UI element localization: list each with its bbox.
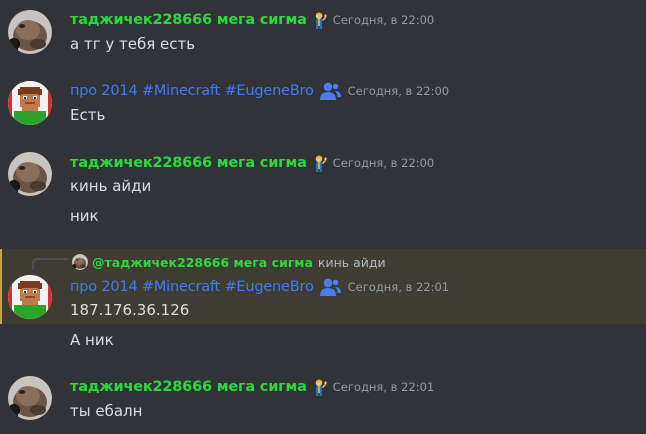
message-text: ты ебалн xyxy=(70,402,143,420)
message-text: а тг у тебя есть xyxy=(70,35,196,53)
vault-boy-icon xyxy=(311,11,327,29)
avatar[interactable] xyxy=(8,10,52,54)
username[interactable]: про 2014 #Minecraft #EugeneBro xyxy=(70,83,314,99)
message-text: кинь айди xyxy=(70,177,152,195)
message-group: таджичек228666 мега сигма Сегодня, в 22:… xyxy=(0,0,646,70)
timestamp: Сегодня, в 22:01 xyxy=(332,380,435,394)
message-header: про 2014 #Minecraft #EugeneBro Сегодня, … xyxy=(70,277,449,297)
vault-boy-icon xyxy=(311,378,327,396)
reply-preview[interactable]: @таджичек228666 мега сигма кинь айди xyxy=(72,253,386,271)
message-text: Есть xyxy=(70,106,106,124)
avatar[interactable] xyxy=(8,152,52,196)
message-header: таджичек228666 мега сигма Сегодня, в 22:… xyxy=(70,377,434,397)
avatar[interactable] xyxy=(8,376,52,420)
reply-connector xyxy=(32,258,68,270)
message-header: таджичек228666 мега сигма Сегодня, в 22:… xyxy=(70,10,434,30)
message-text: А ник xyxy=(70,331,114,349)
chat-log: таджичек228666 мега сигма Сегодня, в 22:… xyxy=(0,0,646,434)
message-group: таджичек228666 мега сигма Сегодня, в 22:… xyxy=(0,150,646,246)
timestamp: Сегодня, в 22:00 xyxy=(332,156,435,170)
reply-text: кинь айди xyxy=(317,254,386,270)
message-text: ник xyxy=(70,207,99,225)
message-text: 187.176.36.126 xyxy=(70,301,190,319)
message-group: про 2014 #Minecraft #EugeneBro Сегодня, … xyxy=(0,70,646,150)
avatar[interactable] xyxy=(8,275,52,319)
username[interactable]: таджичек228666 мега сигма xyxy=(70,379,307,395)
reply-author[interactable]: @таджичек228666 мега сигма xyxy=(92,255,313,270)
vault-boy-icon xyxy=(311,154,327,172)
timestamp: Сегодня, в 22:00 xyxy=(332,13,435,27)
timestamp: Сегодня, в 22:01 xyxy=(347,280,450,294)
people-icon xyxy=(318,277,342,297)
message-header: про 2014 #Minecraft #EugeneBro Сегодня, … xyxy=(70,81,449,101)
message-continuation: А ник xyxy=(0,324,646,364)
avatar[interactable] xyxy=(8,81,52,125)
people-icon xyxy=(318,81,342,101)
message-header: таджичек228666 мега сигма Сегодня, в 22:… xyxy=(70,153,434,173)
username[interactable]: про 2014 #Minecraft #EugeneBro xyxy=(70,279,314,295)
timestamp: Сегодня, в 22:00 xyxy=(347,84,450,98)
username[interactable]: таджичек228666 мега сигма xyxy=(70,12,307,28)
message-group-highlighted: @таджичек228666 мега сигма кинь айди про… xyxy=(0,249,646,324)
username[interactable]: таджичек228666 мега сигма xyxy=(70,155,307,171)
reply-avatar xyxy=(72,254,88,270)
message-group: таджичек228666 мега сигма Сегодня, в 22:… xyxy=(0,364,646,434)
